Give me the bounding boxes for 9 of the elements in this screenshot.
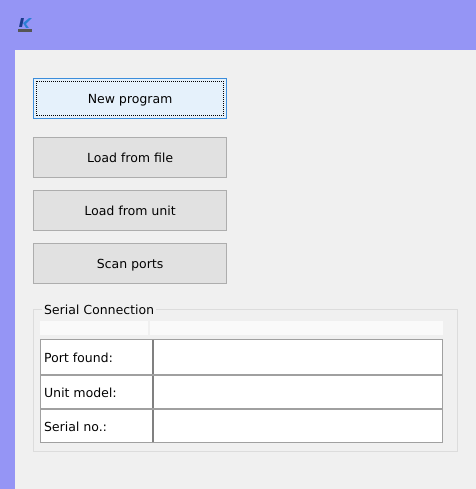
- action-button[interactable]: Load from file: [33, 137, 227, 178]
- app-logo-icon: [18, 17, 32, 33]
- table-cell: Serial no.:: [41, 410, 154, 442]
- table-cell: Unit model:: [41, 376, 154, 408]
- action-button[interactable]: Load from unit: [33, 190, 227, 231]
- group-title: Serial Connection: [43, 302, 156, 317]
- action-button[interactable]: New program: [33, 78, 227, 119]
- table-cell: Port found:: [41, 340, 154, 374]
- action-button[interactable]: Scan ports: [33, 243, 227, 284]
